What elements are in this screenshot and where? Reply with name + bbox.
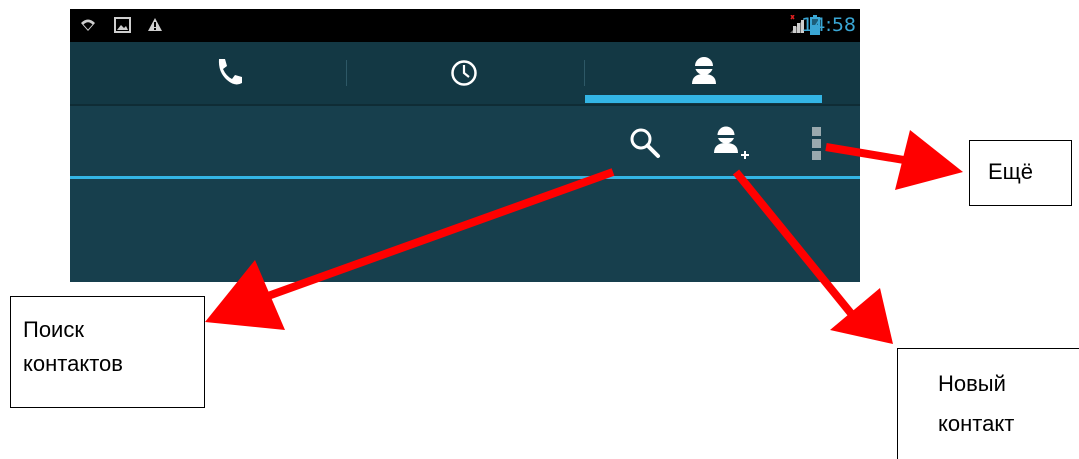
callout-more-text: Ещё	[988, 159, 1034, 184]
arrow-to-new-contact-label	[732, 169, 893, 344]
callout-more: Ещё	[969, 140, 1072, 206]
arrow-to-more	[825, 130, 963, 190]
callout-search-contacts: Поиск контактов	[10, 296, 205, 408]
callout-search-line2: контактов	[23, 351, 123, 376]
callout-search-line1: Поиск	[23, 317, 84, 342]
callout-new-contact-line1: Новый	[938, 371, 1006, 396]
callout-new-contact: Новый контакт	[897, 348, 1079, 459]
arrow-to-search-label	[205, 168, 615, 330]
callout-new-contact-line2: контакт	[938, 411, 1015, 436]
